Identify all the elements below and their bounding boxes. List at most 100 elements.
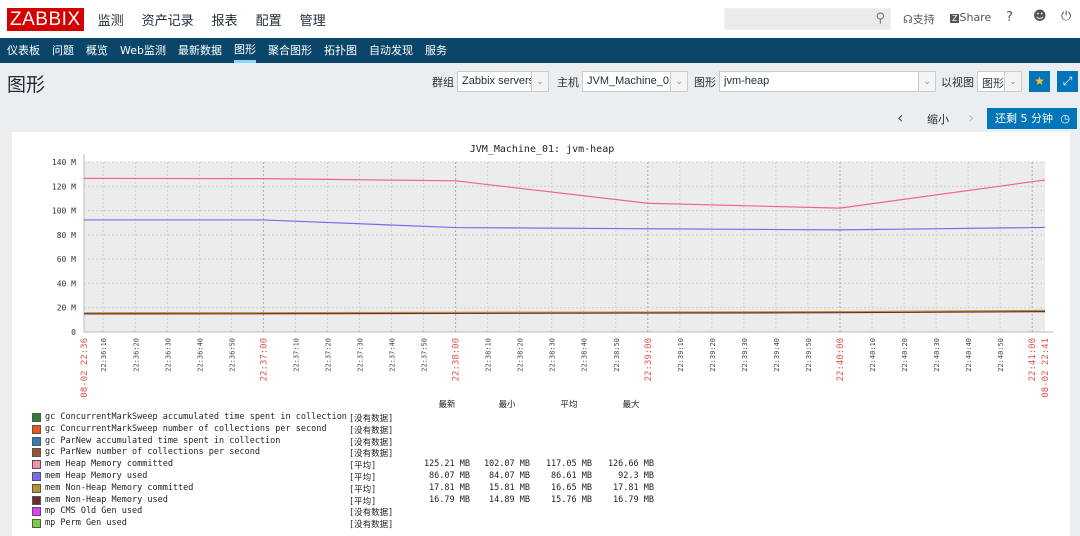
clock-icon: ◷ bbox=[1060, 112, 1070, 125]
host-select[interactable]: JVM_Machine_01 ⌄ bbox=[582, 71, 688, 92]
legend-function: [没有数据] bbox=[349, 508, 394, 519]
host-label: 主机 bbox=[557, 75, 579, 89]
plot-area bbox=[84, 162, 1045, 332]
x-tick-label: 22:36:50 bbox=[228, 338, 236, 372]
search-icon[interactable]: ⚲ bbox=[875, 11, 885, 26]
support-link[interactable]: ☊支持 bbox=[903, 11, 935, 27]
menu-administration[interactable]: 管理 bbox=[300, 10, 326, 29]
legend-swatch bbox=[32, 519, 41, 529]
x-edge-label: 08-02 22:36 bbox=[80, 338, 90, 398]
x-tick-label: 22:37:20 bbox=[324, 338, 332, 372]
legend-function: [平均] bbox=[349, 461, 377, 472]
search-input[interactable]: ⚲ bbox=[724, 8, 891, 30]
legend-value: 126.66 MB bbox=[607, 459, 654, 470]
x-tick-label: 22:39:50 bbox=[805, 338, 813, 372]
x-tick-label: 22:38:30 bbox=[549, 338, 557, 372]
view-select[interactable]: 图形 ⌄ bbox=[977, 71, 1022, 92]
host-filter: 主机 JVM_Machine_01 ⌄ bbox=[557, 71, 688, 92]
x-tick-label: 22:40:30 bbox=[933, 338, 941, 372]
legend-value: 117.05 MB bbox=[545, 459, 592, 470]
x-tick-label: 22:37:30 bbox=[356, 338, 364, 372]
sub-navigation: 仪表板 问题 概览 Web监测 最新数据 图形 聚合图形 拓扑图 自动发现 服务 bbox=[0, 38, 1080, 63]
zabbix-logo[interactable]: ZABBIX bbox=[7, 7, 84, 31]
legend-item-name: gc ParNew number of collections per seco… bbox=[45, 447, 260, 458]
favorite-star-icon[interactable]: ★ bbox=[1029, 71, 1050, 92]
subnav-graphs[interactable]: 图形 bbox=[233, 38, 256, 63]
graph-select[interactable]: jvm-heap ⌄ bbox=[719, 71, 936, 92]
menu-monitoring[interactable]: 监测 bbox=[98, 10, 124, 46]
time-period-label: 还剩 5 分钟 bbox=[995, 112, 1053, 125]
chevron-down-icon: ⌄ bbox=[531, 72, 548, 91]
legend-swatch bbox=[32, 436, 41, 446]
legend-function: [平均] bbox=[349, 496, 377, 507]
x-tick-label: 22:39:10 bbox=[677, 338, 685, 372]
legend-item-name: gc ConcurrentMarkSweep number of collect… bbox=[45, 423, 327, 434]
legend-swatch bbox=[32, 483, 41, 493]
y-tick-label: 0 bbox=[71, 328, 76, 337]
legend-item-name: mem Non-Heap Memory committed bbox=[45, 482, 194, 493]
legend-value: 14.89 MB bbox=[489, 494, 530, 505]
x-edge-label: 08-02 22:41 bbox=[1041, 338, 1051, 398]
view-label: 以视图 bbox=[941, 75, 974, 89]
legend-swatch bbox=[32, 495, 41, 505]
legend-header: 最新 bbox=[438, 400, 456, 410]
chevron-down-icon: ⌄ bbox=[670, 72, 687, 91]
legend-function: [平均] bbox=[349, 484, 377, 495]
menu-inventory[interactable]: 资产记录 bbox=[142, 10, 194, 29]
share-link[interactable]: Z Share bbox=[950, 11, 991, 24]
x-tick-label: 22:38:10 bbox=[485, 338, 493, 372]
legend-swatch bbox=[32, 472, 41, 481]
legend-item-name: mem Heap Memory used bbox=[45, 471, 148, 481]
graph-label: 图形 bbox=[694, 75, 716, 89]
graph-legend: 最新 最小 平均 最大 gc ConcurrentMarkSweep accumulat… bbox=[12, 400, 1070, 536]
help-icon[interactable]: ? bbox=[1006, 10, 1013, 25]
share-label: Share bbox=[959, 11, 992, 24]
legend-header: 最小 bbox=[498, 400, 516, 410]
legend-value: 92.3 MB bbox=[618, 471, 654, 481]
graph-filter: 图形 jvm-heap ⌄ bbox=[694, 71, 936, 92]
subnav-web[interactable]: Web监测 bbox=[120, 38, 166, 63]
legend-swatch bbox=[32, 448, 41, 458]
x-tick-label: 22:38:50 bbox=[613, 338, 621, 372]
x-tick-label: 22:36:10 bbox=[100, 338, 108, 372]
chevron-left-icon[interactable]: ‹ bbox=[897, 108, 903, 127]
subnav-problems[interactable]: 问题 bbox=[52, 38, 74, 63]
graph-panel: JVM_Machine_01: jvm-heap 0 20 M 40 M 60 M 80… bbox=[12, 132, 1070, 536]
x-tick-label: 22:40:00 bbox=[836, 338, 846, 381]
time-period-button[interactable]: 还剩 5 分钟 ◷ bbox=[987, 108, 1077, 129]
zoom-out-button[interactable]: 缩小 bbox=[927, 111, 949, 127]
menu-reports[interactable]: 报表 bbox=[212, 10, 238, 29]
y-tick-label: 100 M bbox=[52, 207, 76, 216]
user-profile-icon[interactable]: ☻ bbox=[1033, 9, 1047, 24]
x-tick-label: 22:40:40 bbox=[965, 338, 973, 372]
fullscreen-icon[interactable]: ⤢ bbox=[1057, 71, 1078, 92]
x-tick-label: 22:38:40 bbox=[581, 338, 589, 372]
x-tick-label: 22:40:10 bbox=[869, 338, 877, 372]
legend-function: [没有数据] bbox=[349, 437, 394, 448]
subnav-overview[interactable]: 概览 bbox=[86, 38, 108, 63]
subnav-services[interactable]: 服务 bbox=[425, 38, 447, 63]
legend-value: 17.81 MB bbox=[613, 482, 654, 493]
legend-item-name: mp CMS Old Gen used bbox=[45, 506, 143, 517]
x-tick-label: 22:36:20 bbox=[132, 338, 140, 372]
x-tick-label: 22:37:40 bbox=[389, 338, 397, 372]
view-filter: 以视图 图形 ⌄ bbox=[941, 71, 1022, 92]
chevron-right-icon[interactable]: › bbox=[968, 108, 974, 127]
subnav-dashboard[interactable]: 仪表板 bbox=[7, 38, 40, 63]
subnav-discovery[interactable]: 自动发现 bbox=[369, 38, 413, 63]
legend-value: 16.65 MB bbox=[551, 482, 592, 493]
subnav-latest-data[interactable]: 最新数据 bbox=[178, 38, 222, 63]
page-title: 图形 bbox=[7, 74, 46, 96]
group-select[interactable]: Zabbix servers ⌄ bbox=[457, 71, 549, 92]
legend-swatch bbox=[32, 507, 41, 517]
group-value: Zabbix servers bbox=[462, 75, 535, 87]
x-tick-label: 22:38:20 bbox=[517, 338, 525, 372]
subnav-screens[interactable]: 聚合图形 bbox=[268, 38, 312, 63]
menu-configuration[interactable]: 配置 bbox=[256, 10, 282, 29]
legend-function: [平均] bbox=[349, 473, 377, 483]
legend-header: 最大 bbox=[622, 400, 640, 410]
sign-out-icon[interactable]: ⏻ bbox=[1061, 9, 1071, 24]
subnav-maps[interactable]: 拓扑图 bbox=[324, 38, 357, 63]
legend-value: 15.81 MB bbox=[489, 482, 530, 493]
legend-item-name: mp Perm Gen used bbox=[45, 518, 127, 529]
